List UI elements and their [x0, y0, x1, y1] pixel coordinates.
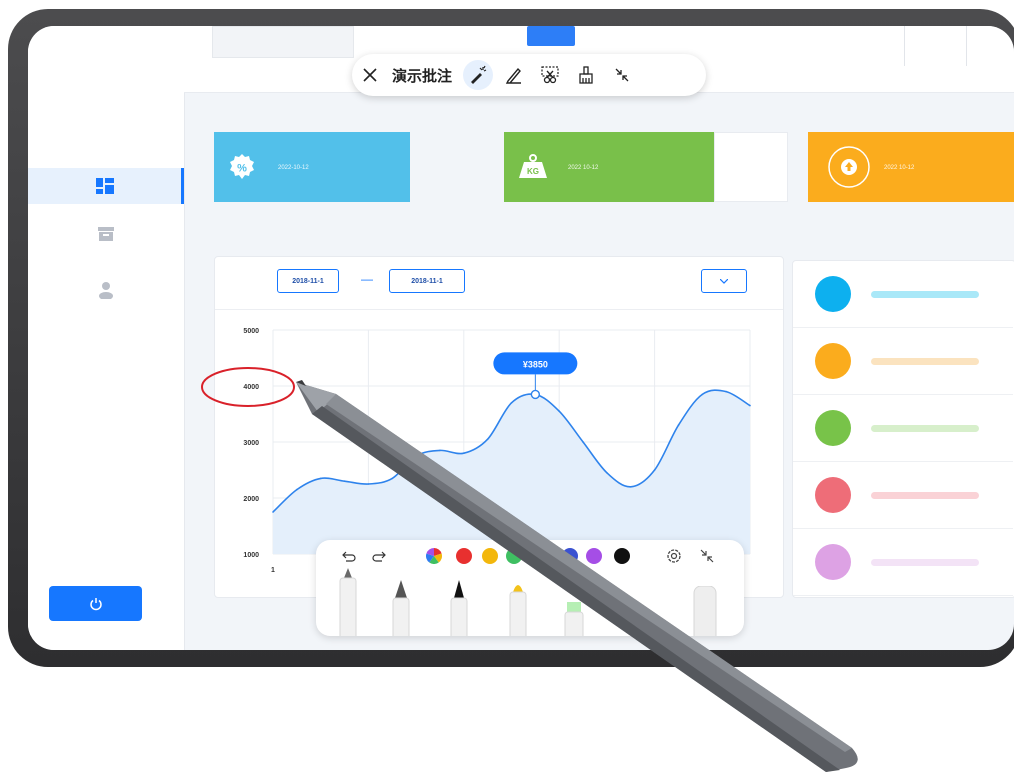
stylus: [296, 380, 858, 772]
annotation-ellipse: [201, 367, 295, 407]
annotation-overlay: [201, 367, 858, 772]
